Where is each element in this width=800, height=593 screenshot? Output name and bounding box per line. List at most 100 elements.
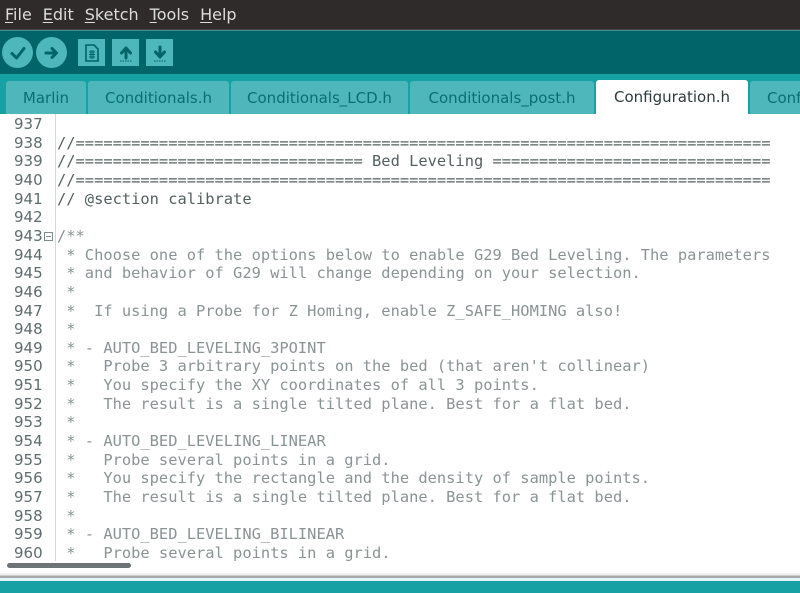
line-number: 952 <box>14 394 43 413</box>
menu-edit-label: dit <box>52 5 74 24</box>
code-line[interactable]: 956 * You specify the rectangle and the … <box>0 469 800 488</box>
line-number: 948 <box>14 320 43 339</box>
verify-button[interactable] <box>2 37 33 68</box>
code-line[interactable]: 943 /** <box>0 227 800 246</box>
code-line[interactable]: 946 * <box>0 283 800 302</box>
line-number: 959 <box>14 525 43 544</box>
line-number: 941 <box>14 189 43 208</box>
code-line[interactable]: 938 //===================================… <box>0 134 800 153</box>
code-text: * Probe several points in a grid. <box>57 543 391 561</box>
horizontal-scrollbar[interactable] <box>0 561 800 573</box>
code-line[interactable]: 951 * You specify the XY coordinates of … <box>0 376 800 395</box>
line-number: 943 <box>14 226 43 245</box>
menu-tools-mnemonic: T <box>149 5 157 24</box>
arrow-down-icon <box>153 45 166 61</box>
tab-label: Confi <box>767 88 800 107</box>
new-button[interactable] <box>78 39 105 66</box>
menu-help-mnemonic: H <box>200 5 213 24</box>
line-number: 944 <box>14 245 43 264</box>
menu-help[interactable]: Help <box>200 5 236 24</box>
menu-tools-label: ools <box>156 5 190 24</box>
tab-label: Conditionals_LCD.h <box>247 88 392 107</box>
tab-conditionals-post-h[interactable]: Conditionals_post.h <box>410 81 594 114</box>
code-line[interactable]: 959 * - AUTO_BED_LEVELING_BILINEAR <box>0 525 800 544</box>
tab-conditionals-h[interactable]: Conditionals.h <box>88 81 229 114</box>
code-line[interactable]: 940 //===================================… <box>0 171 800 190</box>
line-number: 951 <box>14 376 43 395</box>
code-line[interactable]: 945 * and behavior of G29 will change de… <box>0 264 800 283</box>
code-line[interactable]: 960 * Probe several points in a grid. <box>0 544 800 561</box>
code-text: * The result is a single tilted plane. B… <box>57 394 632 413</box>
menu-tools[interactable]: Tools <box>150 5 189 24</box>
checkmark-icon <box>10 46 25 59</box>
open-button[interactable] <box>112 39 139 66</box>
code-text: * If using a Probe for Z Homing, enable … <box>57 301 623 320</box>
code-text: * Probe 3 arbitrary points on the bed (t… <box>57 357 651 376</box>
upload-button[interactable] <box>36 37 67 68</box>
tab-label: Marlin <box>22 88 70 107</box>
code-text: * <box>57 282 76 301</box>
menu-sketch-label: ketch <box>94 5 139 24</box>
code-line[interactable]: 954 * - AUTO_BED_LEVELING_LINEAR <box>0 432 800 451</box>
code-line[interactable]: 953 * <box>0 413 800 432</box>
code-line[interactable]: 947 * If using a Probe for Z Homing, ena… <box>0 302 800 321</box>
line-number: 957 <box>14 488 43 506</box>
code-line[interactable]: 952 * The result is a single tilted plan… <box>0 395 800 414</box>
menu-bar: File Edit Sketch Tools Help <box>0 0 800 30</box>
menu-sketch[interactable]: Sketch <box>85 5 139 24</box>
menu-sketch-mnemonic: S <box>84 5 95 24</box>
tab-bar: Marlin Conditionals.h Conditionals_LCD.h… <box>0 74 800 114</box>
code-text: * - AUTO_BED_LEVELING_3POINT <box>57 338 326 357</box>
code-text: //=============================== Bed Le… <box>57 152 771 171</box>
code-line[interactable]: 958 * <box>0 507 800 526</box>
line-number: 938 <box>14 133 43 152</box>
menu-file[interactable]: File <box>5 5 32 24</box>
code-line[interactable]: 942 <box>0 208 800 227</box>
line-number: 954 <box>14 432 43 451</box>
code-line[interactable]: 957 * The result is a single tilted plan… <box>0 488 800 507</box>
code-text: // @section calibrate <box>57 189 252 208</box>
menu-edit-mnemonic: E <box>42 5 53 24</box>
code-text: * <box>57 320 76 339</box>
fold-collapse-icon[interactable] <box>44 231 53 241</box>
code-line[interactable]: 950 * Probe 3 arbitrary points on the be… <box>0 357 800 376</box>
line-number: 949 <box>14 338 43 357</box>
code-text: //======================================… <box>57 133 771 152</box>
code-line[interactable]: 937 <box>0 115 800 134</box>
line-number: 958 <box>14 506 43 525</box>
tab-label: Configuration.h <box>613 88 730 106</box>
menu-file-mnemonic: F <box>5 5 14 24</box>
tab-conditionals-lcd-h[interactable]: Conditionals_LCD.h <box>231 81 408 114</box>
code-line[interactable]: 944 * Choose one of the options below to… <box>0 246 800 265</box>
line-number: 950 <box>14 357 43 376</box>
code-text: * The result is a single tilted plane. B… <box>57 488 632 506</box>
menu-edit[interactable]: Edit <box>43 5 74 24</box>
code-line[interactable]: 941 // @section calibrate <box>0 190 800 209</box>
code-text: //======================================… <box>57 170 771 189</box>
code-text: * You specify the XY coordinates of all … <box>57 376 539 395</box>
line-number: 956 <box>14 469 43 488</box>
line-number: 947 <box>14 301 43 320</box>
code-editor[interactable]: 937 938 //================================… <box>0 114 800 561</box>
tab-marlin[interactable]: Marlin <box>6 81 86 114</box>
line-number: 940 <box>14 170 43 189</box>
tab-label: Conditionals.h <box>104 88 213 107</box>
toolbar <box>0 30 800 75</box>
code-text: /** <box>57 226 85 245</box>
line-number: 960 <box>14 543 43 561</box>
code-line[interactable]: 955 * Probe several points in a grid. <box>0 451 800 470</box>
line-number: 939 <box>14 152 43 171</box>
line-number: 937 <box>14 115 43 133</box>
tab-configuration-h[interactable]: Configuration.h <box>596 80 748 114</box>
menu-file-label: ile <box>13 5 32 24</box>
code-line[interactable]: 939 //=============================== Bed… <box>0 152 800 171</box>
code-line[interactable]: 948 * <box>0 320 800 339</box>
line-number: 953 <box>14 413 43 432</box>
horizontal-scrollbar-thumb[interactable] <box>7 563 131 568</box>
save-button[interactable] <box>146 39 173 66</box>
code-line[interactable]: 949 * - AUTO_BED_LEVELING_3POINT <box>0 339 800 358</box>
new-file-icon <box>84 43 99 62</box>
tab-label: Conditionals_post.h <box>428 88 576 107</box>
tab-configuration-adv-h[interactable]: Confi <box>750 81 800 114</box>
line-number: 946 <box>14 282 43 301</box>
